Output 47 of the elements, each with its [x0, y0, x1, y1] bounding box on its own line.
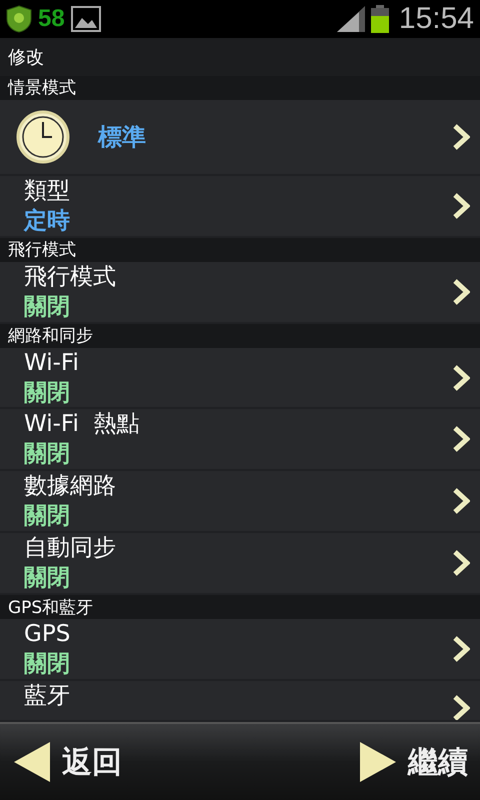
setting-title: Wi-Fi	[24, 348, 80, 378]
setting-value: 關閉	[24, 440, 71, 470]
left-triangle-icon	[12, 740, 52, 784]
shield-icon	[6, 4, 32, 33]
setting-title: Wi-Fi 熱點	[24, 410, 140, 440]
section-header: 飛行模式	[0, 238, 480, 262]
setting-title: 藍牙	[24, 682, 71, 712]
setting-row[interactable]: 數據網路 關閉	[0, 471, 480, 534]
setting-value: 關閉	[24, 378, 71, 408]
setting-row[interactable]: 自動同步 關閉	[0, 533, 480, 596]
chevron-icon	[452, 488, 470, 514]
setting-row[interactable]: Wi-Fi 關閉	[0, 348, 480, 410]
clock-icon	[16, 110, 70, 164]
clock-time: 15:54	[398, 2, 474, 36]
profile-name: 標準	[98, 122, 147, 153]
chevron-icon	[452, 124, 470, 150]
setting-title: 飛行模式	[24, 262, 117, 292]
section-header: GPS和藍牙	[0, 595, 480, 620]
chevron-icon	[452, 426, 470, 452]
chevron-icon	[452, 695, 470, 720]
setting-value: 關閉	[24, 502, 71, 532]
section-header: 網路和同步	[0, 324, 480, 348]
chevron-icon	[452, 364, 470, 391]
image-icon	[70, 6, 101, 32]
chevron-icon	[452, 278, 470, 305]
setting-row[interactable]: 飛行模式 關閉	[0, 262, 480, 324]
back-button[interactable]: 返回	[12, 740, 122, 784]
setting-value: 定時	[24, 206, 71, 236]
setting-row[interactable]: Wi-Fi 熱點 關閉	[0, 409, 480, 472]
chevron-icon	[452, 636, 470, 662]
setting-value: 關閉	[24, 650, 71, 680]
setting-title: 數據網路	[24, 472, 117, 502]
right-triangle-icon	[358, 740, 398, 784]
notification-count: 58	[38, 4, 65, 33]
screen-title: 修改	[0, 38, 480, 76]
setting-title: 自動同步	[24, 534, 117, 564]
setting-title: GPS	[24, 620, 72, 650]
chevron-icon	[452, 550, 470, 576]
setting-row[interactable]: 藍牙	[0, 681, 480, 722]
signal-icon	[336, 6, 365, 32]
chevron-icon	[452, 192, 470, 219]
setting-value: 關閉	[24, 564, 71, 594]
section-header: 情景模式	[0, 76, 480, 100]
next-button[interactable]: 繼續	[358, 740, 468, 784]
battery-icon	[370, 4, 389, 33]
setting-title: 類型	[24, 176, 71, 206]
setting-value: 關閉	[24, 292, 71, 322]
